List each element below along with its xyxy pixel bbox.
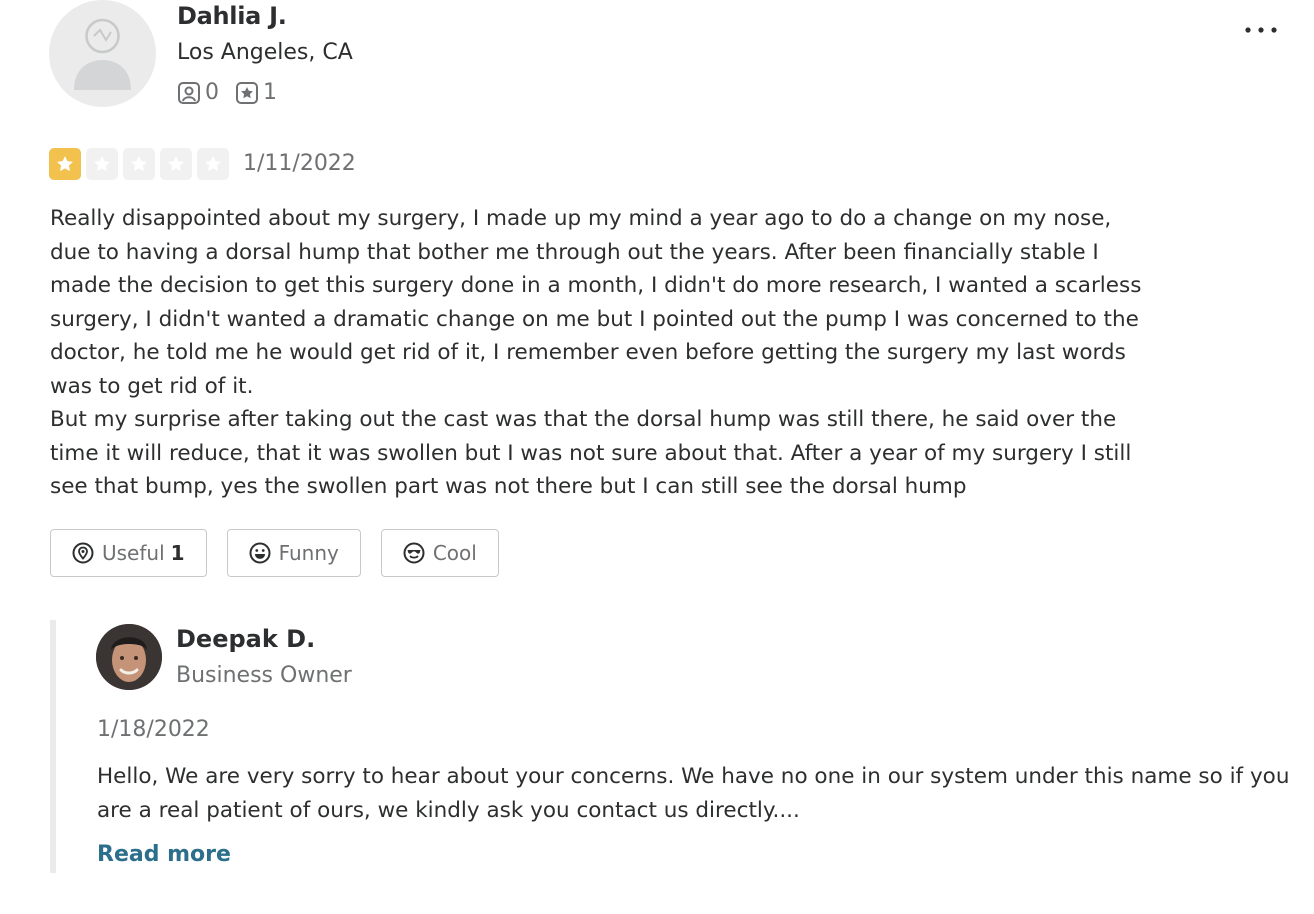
star-3-empty: [123, 148, 155, 180]
funny-label: Funny: [278, 541, 339, 565]
review-text: Really disappointed about my surgery, I …: [50, 206, 1142, 499]
more-options-button[interactable]: [1238, 18, 1284, 42]
star-4-empty: [160, 148, 192, 180]
owner-response-date: 1/18/2022: [97, 717, 210, 742]
star-2-empty: [86, 148, 118, 180]
star-icon: [57, 156, 73, 172]
useful-label: Useful: [102, 541, 165, 565]
funny-icon: [249, 542, 271, 564]
useful-button[interactable]: Useful 1: [50, 529, 207, 577]
useful-icon: [72, 542, 94, 564]
reviews-count: 1: [263, 80, 277, 105]
reviewer-stats: 0 1: [177, 80, 291, 105]
star-icon: [168, 156, 184, 172]
funny-button[interactable]: Funny: [226, 529, 361, 577]
cool-button[interactable]: Cool: [380, 529, 499, 577]
owner-photo-icon: [96, 624, 162, 690]
friends-icon: [177, 81, 201, 105]
friends-count: 0: [205, 80, 219, 105]
cool-icon: [403, 542, 425, 564]
star-icon: [131, 156, 147, 172]
star-icon: [205, 156, 221, 172]
owner-name[interactable]: Deepak D.: [176, 625, 315, 653]
owner-role: Business Owner: [176, 663, 352, 688]
star-5-empty: [197, 148, 229, 180]
more-options-icon: [1245, 27, 1277, 33]
owner-response-text: Hello, We are very sorry to hear about y…: [97, 764, 1290, 823]
reaction-buttons: Useful 1 Funny Cool: [50, 529, 519, 577]
reviewer-name[interactable]: Dahlia J.: [177, 2, 287, 30]
star-rating: [49, 148, 234, 180]
reviewer-location: Los Angeles, CA: [177, 40, 353, 65]
owner-response-bar: [50, 620, 56, 873]
review-date: 1/11/2022: [243, 151, 356, 176]
default-user-icon: [74, 18, 131, 90]
star-1-filled: [49, 148, 81, 180]
useful-count: 1: [170, 541, 185, 565]
reviewer-avatar[interactable]: [49, 0, 156, 107]
owner-avatar[interactable]: [96, 624, 162, 690]
cool-label: Cool: [432, 541, 477, 565]
star-icon: [94, 156, 110, 172]
read-more-link[interactable]: Read more: [97, 842, 231, 867]
review-star-icon: [235, 81, 259, 105]
